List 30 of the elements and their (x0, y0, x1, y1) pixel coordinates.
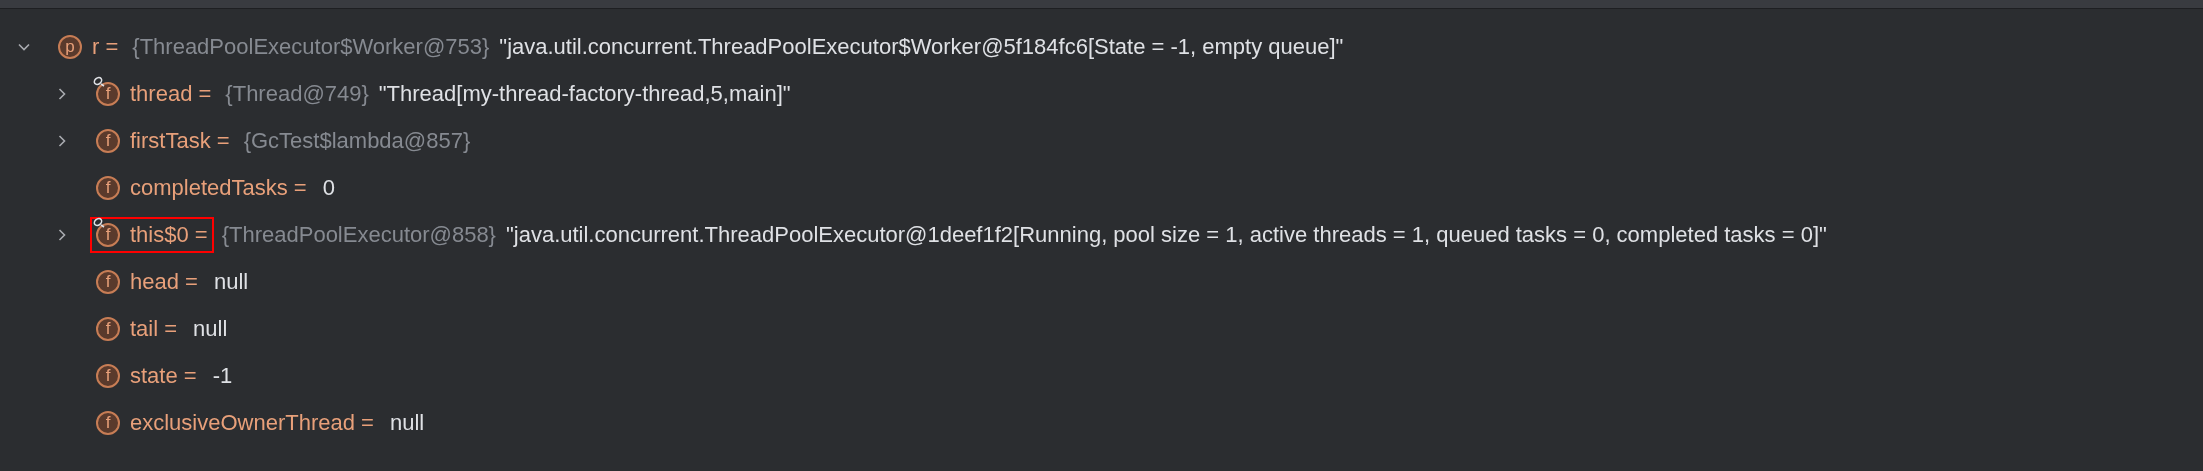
variable-name: exclusiveOwnerThread = (130, 409, 374, 436)
variable-value: -1 (212, 362, 233, 389)
variable-value: null (389, 409, 425, 436)
variable-name: tail = (130, 315, 178, 342)
field-type-icon: f (96, 81, 120, 106)
variable-value: "java.util.concurrent.ThreadPoolExecutor@1deef1f2[Running, pool size = 1, active threads = 1, queued tasks = 0, completed tasks = 0]" (505, 221, 1827, 248)
type-label: {ThreadPoolExecutor$Worker@753} (132, 33, 490, 60)
field-type-icon: f (96, 128, 120, 153)
field-type-icon: p (58, 34, 82, 59)
field-type-icon: f (96, 269, 120, 294)
variable-name: state = (130, 362, 197, 389)
variable-value: null (193, 315, 228, 342)
field-type-icon: f (96, 363, 120, 388)
variable-value: 0 (322, 174, 335, 201)
field-type-icon: f (96, 175, 120, 200)
type-label: {ThreadPoolExecutor@858} (221, 221, 496, 248)
type-label: {GcTest$lambda@857} (243, 127, 471, 154)
variable-name: r = (92, 33, 119, 60)
variable-name: thread = (130, 80, 212, 107)
variable-value: "Thread[my-thread-factory-thread,5,main]" (378, 80, 791, 107)
field-type-icon: f (96, 222, 120, 247)
variable-name: firstTask = (130, 127, 230, 154)
field-type-icon: f (96, 410, 120, 435)
variable-value: "java.util.concurrent.ThreadPoolExecutor$Worker@5f184fc6[State = -1, empty queue]" (499, 33, 1344, 60)
variable-name: this$0 = (130, 221, 208, 248)
variable-value: null (213, 268, 249, 295)
field-type-icon: f (96, 316, 120, 341)
variable-name: completedTasks = (130, 174, 307, 201)
type-label: {Thread@749} (225, 80, 369, 107)
variable-name: head = (130, 268, 198, 295)
